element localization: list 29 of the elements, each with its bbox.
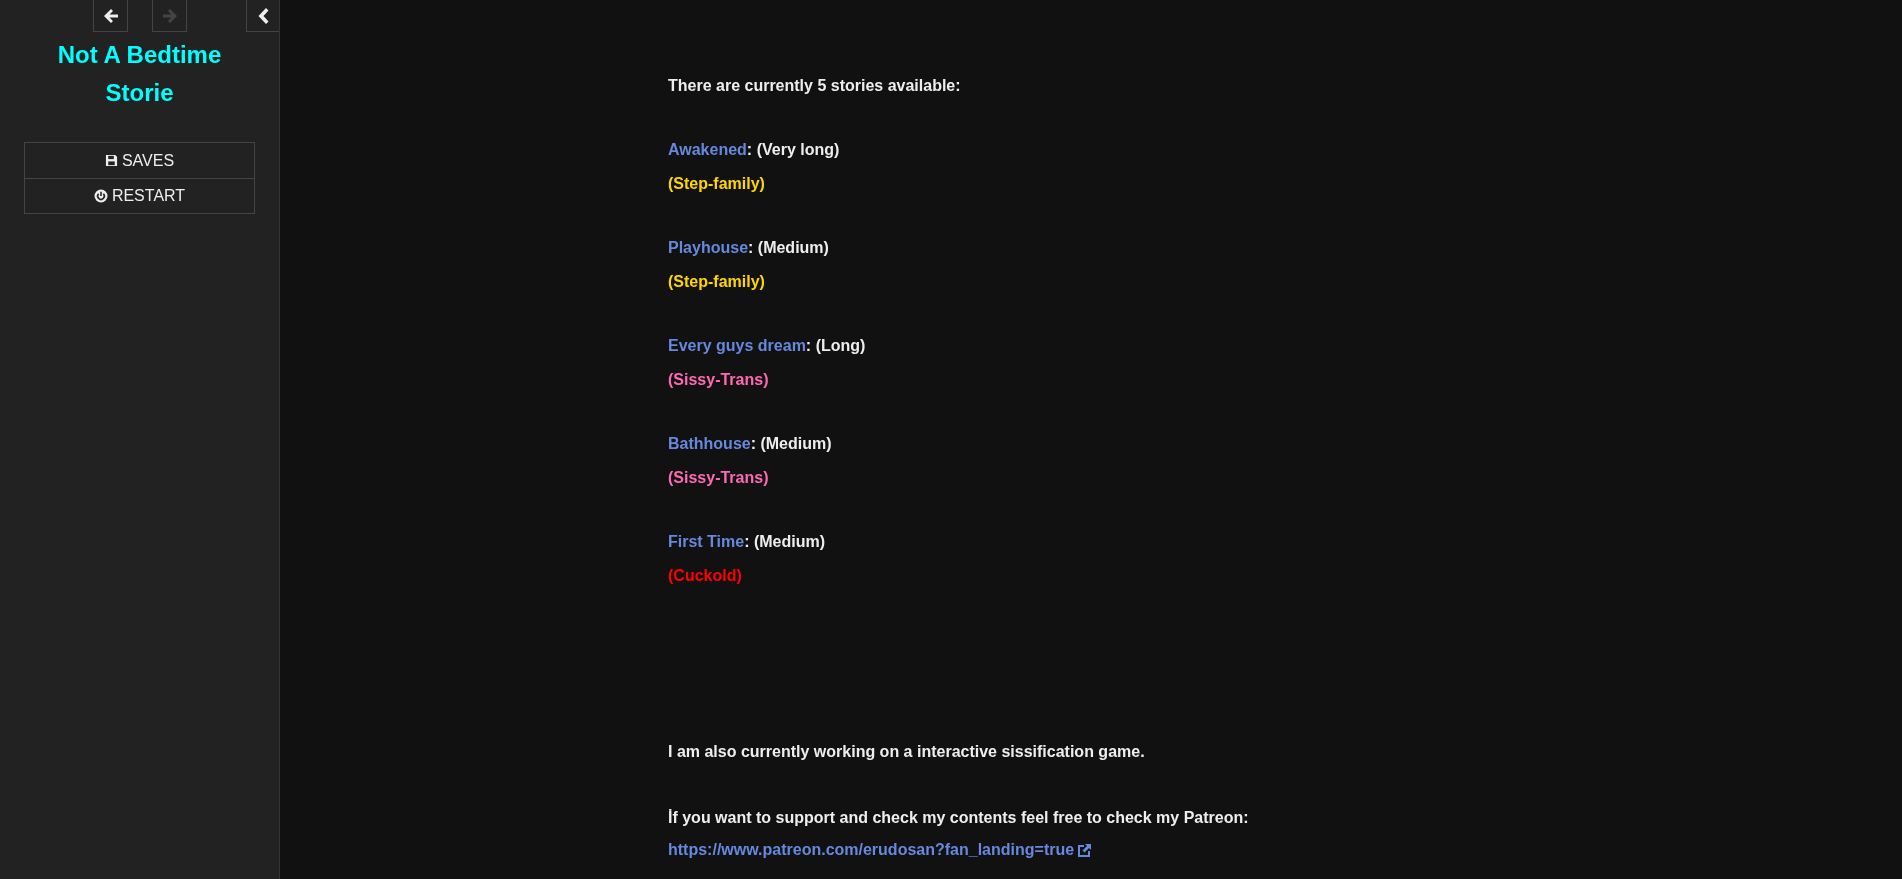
genre-tag: (Step-family) (668, 273, 765, 290)
external-link-icon (1077, 842, 1093, 858)
story-length: : (Medium) (744, 533, 826, 550)
chevron-left-icon (257, 6, 269, 25)
restart-button[interactable]: RESTART (25, 178, 254, 213)
genre-tag: (Step-family) (668, 175, 765, 192)
story-title: Not A Bedtime Storie (56, 40, 223, 108)
power-icon (93, 189, 108, 203)
story-length: : (Medium) (750, 435, 832, 452)
story-length: : (Medium) (748, 239, 829, 256)
patreon-link[interactable]: https://www.patreon.com/erudosan?fan_landing=true (668, 835, 1093, 865)
story-link[interactable]: Every guys dream (668, 337, 806, 354)
story-link[interactable]: Awakened (668, 141, 747, 158)
support-text: İf you want to support and check my contents feel free to check my Patreon: (668, 808, 1250, 828)
story-length: : (Very long) (746, 141, 840, 158)
genre-tag: (Sissy-Trans) (668, 371, 769, 388)
story-link[interactable]: Playhouse (668, 239, 749, 256)
story-length: : (Long) (805, 337, 866, 354)
genre-tag: (Sissy-Trans) (668, 469, 769, 486)
intro-text: There are currently 5 stories available: (668, 76, 962, 96)
forward-arrow-icon (160, 6, 179, 25)
note-text: I am also currently working on a interactive sissification game. (668, 742, 1146, 762)
saves-button[interactable]: SAVES (25, 143, 254, 178)
story-link[interactable]: First Time (668, 533, 745, 550)
genre-tag: (Cuckold) (668, 567, 742, 584)
save-icon (104, 154, 118, 167)
story-link[interactable]: Bathhouse (668, 435, 751, 452)
back-button[interactable] (93, 0, 128, 32)
collapse-sidebar-button[interactable] (246, 0, 279, 32)
